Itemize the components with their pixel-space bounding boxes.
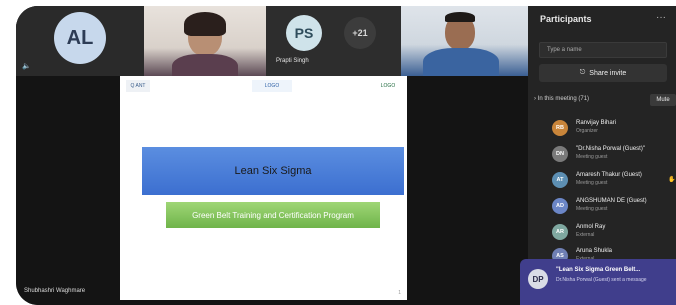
toast-avatar: DP bbox=[528, 269, 548, 289]
participant-role: Meeting guest bbox=[576, 154, 608, 160]
slide-title: Lean Six Sigma bbox=[142, 147, 404, 195]
participant-name: ANGSHUMAN DE (Guest) bbox=[576, 198, 647, 204]
slide-logo-right: LOGO bbox=[380, 83, 396, 89]
participant-name-ps: Prapti Singh bbox=[276, 58, 309, 64]
participant-avatar: DN bbox=[552, 146, 568, 162]
participant-video-woman[interactable] bbox=[144, 6, 266, 76]
share-invite-button[interactable]: ⎋ Share invite bbox=[539, 64, 667, 82]
slide-subtitle: Green Belt Training and Certification Pr… bbox=[166, 202, 380, 228]
participant-video-man[interactable] bbox=[401, 6, 528, 76]
participant-avatar: AD bbox=[552, 198, 568, 214]
presenter-name: Shubhashri Waghmare bbox=[24, 288, 86, 294]
participant-avatar: AR bbox=[552, 224, 568, 240]
participant-search-input[interactable]: Type a name bbox=[539, 42, 667, 58]
raised-hand-icon: ✋ bbox=[668, 177, 676, 183]
in-meeting-label: In this meeting (71) bbox=[537, 96, 590, 102]
toast-title: "Lean Six Sigma Green Belt... bbox=[556, 267, 641, 273]
shared-slide: Q ANT LOGO LOGO Lean Six Sigma Green Bel… bbox=[120, 76, 407, 300]
participant-role: Meeting guest bbox=[576, 206, 608, 212]
person-hair bbox=[445, 12, 475, 22]
panel-title: Participants bbox=[540, 14, 592, 24]
mute-all-button[interactable]: Mute bbox=[650, 94, 676, 106]
participant-role: Meeting guest bbox=[576, 180, 608, 186]
avatar-al: AL bbox=[54, 12, 106, 64]
participant-avatar: AT bbox=[552, 172, 568, 188]
participant-name: Amaresh Thakur (Guest) bbox=[576, 172, 642, 178]
slide-logo-center: LOGO bbox=[252, 80, 292, 92]
share-invite-label: Share invite bbox=[589, 69, 627, 77]
person-body bbox=[423, 48, 499, 76]
slide-page-number: 1 bbox=[398, 290, 401, 296]
participant-tile-al[interactable]: AL 🔈 bbox=[16, 6, 144, 76]
video-stage: AL 🔈 PS +21 Prapti Singh Q ANT LOGO LOGO… bbox=[16, 6, 528, 305]
avatar-ps: PS bbox=[286, 15, 322, 51]
participant-tile-ps[interactable]: PS +21 Prapti Singh bbox=[266, 6, 401, 76]
slide-logo-left: Q ANT bbox=[126, 80, 150, 92]
participant-role: Organizer bbox=[576, 128, 598, 134]
more-participants-badge[interactable]: +21 bbox=[344, 17, 376, 49]
participant-name: "Dr.Nisha Porwal (Guest)" bbox=[576, 146, 645, 152]
more-options-icon[interactable]: ··· bbox=[656, 12, 666, 23]
participant-name: Ranvijay Bihari bbox=[576, 120, 617, 126]
in-meeting-section-header[interactable]: › In this meeting (71) bbox=[534, 96, 589, 102]
participant-name: Anmol Ray bbox=[576, 224, 606, 230]
share-icon: ⎋ bbox=[579, 69, 586, 76]
person-hair bbox=[184, 12, 226, 36]
participant-name: Aruna Shukla bbox=[576, 248, 613, 254]
mic-off-icon: 🔈 bbox=[22, 63, 31, 70]
chat-notification-toast[interactable]: DP "Lean Six Sigma Green Belt... Dr.Nish… bbox=[520, 259, 676, 305]
toast-body: Dr.Nisha Porwal (Guest) sent a message bbox=[556, 277, 647, 283]
participant-avatar: RB bbox=[552, 120, 568, 136]
participant-role: External bbox=[576, 232, 595, 238]
person-body bbox=[172, 54, 238, 76]
